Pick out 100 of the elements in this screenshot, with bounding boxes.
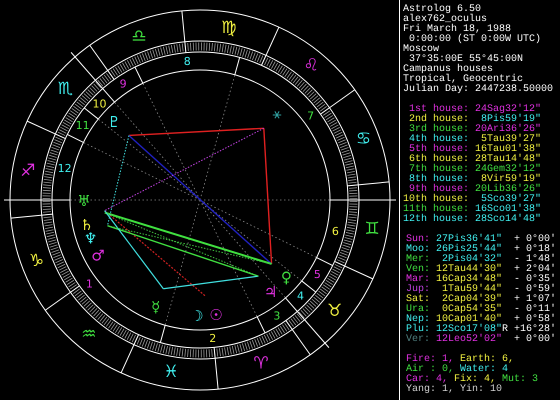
house-number: 7	[307, 109, 314, 122]
house-position: 24Sag32'12"	[474, 105, 541, 115]
chart-info-line: Julian Day: 2447238.50000	[403, 85, 554, 95]
planet-latitude: + 0°00'	[512, 235, 556, 245]
zodiac-sign-glyph: ♑	[28, 251, 44, 272]
house-position: 8Vir59'19"	[480, 175, 541, 185]
planet-latitude: + 0°18'	[512, 245, 556, 255]
planet-position: 16Cap34'48"	[436, 275, 502, 285]
zodiac-sign-glyph: ♍	[221, 18, 237, 38]
house-position: 24Gem32'12"	[474, 165, 541, 175]
planet-latitude: - 1°48'	[512, 255, 556, 265]
planet-name: Plu:	[406, 325, 432, 335]
house-position: 8Pis59'19"	[480, 115, 541, 125]
planet-position: 0Cap54'35"	[442, 305, 502, 315]
house-label: 8th house:	[408, 175, 469, 185]
house-number: 1	[86, 278, 93, 291]
zodiac-sign-glyph: ♈	[253, 353, 269, 374]
planet-name: Nep:	[406, 315, 432, 325]
element-count: Mut: 3	[502, 375, 538, 385]
planet-glyph: ☉	[209, 306, 223, 324]
planet-glyph: ♅	[77, 192, 91, 210]
planet-position: 2Pis04'32"	[442, 255, 502, 265]
planet-latitude: - 0°11'	[512, 305, 556, 315]
element-count: Yang: 1, Yin: 10	[406, 385, 502, 395]
planet-position: 10Cap01'40"	[436, 315, 502, 325]
house-position: 5Sco39'27"	[480, 195, 541, 205]
house-label: 6th house:	[408, 155, 469, 165]
house-position: 28Sco14'48"	[474, 215, 541, 225]
house-number: 8	[184, 55, 191, 68]
zodiac-sign-glyph: ♎	[131, 26, 147, 47]
house-number: 6	[332, 225, 339, 238]
planet-name: Sat:	[406, 295, 432, 305]
house-number: 2	[209, 332, 216, 345]
planet-latitude: + 1°07'	[512, 295, 556, 305]
retrograde-mark: R	[502, 325, 508, 335]
house-position: 20Lib36'26"	[474, 185, 541, 195]
chart-info-line: Moscow	[403, 45, 440, 55]
house-number: 5	[314, 268, 321, 281]
planet-glyph: ♇	[107, 113, 121, 132]
zodiac-sign-glyph: ♉	[326, 301, 342, 322]
planet-position: 12Sco17'08"	[436, 325, 502, 335]
house-label: 9th house:	[408, 185, 469, 195]
planet-position: 27Pis36'41"	[436, 235, 502, 245]
planet-position: 2Cap04'39"	[440, 295, 502, 305]
planet-glyph: ⚹	[272, 104, 282, 122]
element-count: Earth: 6,	[460, 355, 514, 365]
planet-glyph: ♃	[264, 283, 278, 302]
house-label: 12th house:	[403, 215, 469, 225]
house-position: 16Sco01'38"	[474, 205, 541, 215]
house-number: 3	[273, 309, 280, 322]
house-label: 2nd house:	[408, 115, 469, 125]
planet-name: Sun:	[406, 235, 432, 245]
chart-info-line: 0:00:00 (ST 0:00W UTC)	[409, 35, 542, 45]
house-position: 16Tau01'38"	[474, 145, 541, 155]
chart-info-line: Tropical, Geocentric	[403, 75, 524, 85]
zodiac-sign-glyph: ♊	[364, 218, 380, 239]
house-number: 10	[92, 98, 106, 110]
zodiac-sign-glyph: ♋	[356, 128, 372, 149]
planet-glyph: ♆	[84, 230, 98, 248]
planet-glyph: ♀	[280, 268, 292, 286]
house-label: 7th house:	[408, 165, 469, 175]
planet-name: Ver:	[406, 335, 432, 345]
house-number: 9	[120, 78, 127, 91]
house-position: 28Tau14'48"	[474, 155, 541, 165]
house-label: 10th house:	[403, 195, 469, 205]
element-count: Fire: 1,	[406, 355, 454, 365]
house-number: 12	[58, 162, 72, 175]
chart-info-line: Fri March 18, 1988	[403, 25, 512, 35]
zodiac-sign-glyph: ♐	[20, 161, 36, 182]
house-label: 11th house:	[403, 205, 469, 215]
planet-position: 12Leo52'02"	[436, 335, 502, 345]
planet-latitude: + 0°00'	[512, 335, 556, 345]
chart-info-line: alex762_oculus	[403, 15, 488, 25]
chart-info-line: Astrolog 6.50	[403, 5, 482, 15]
element-count: Water: 4	[460, 365, 508, 375]
planet-latitude: + 2°04'	[512, 265, 556, 275]
planet-glyph: ♂	[91, 246, 105, 264]
planet-latitude: + 0°58'	[512, 315, 556, 325]
house-label: 5th house:	[408, 145, 469, 155]
zodiac-sign-glyph: ♌	[303, 55, 319, 76]
zodiac-sign-glyph: ♓	[163, 362, 179, 382]
planet-position: 26Pis25'44"	[436, 245, 502, 255]
planet-glyph: ☽	[190, 306, 204, 325]
planet-name: Moo:	[406, 245, 432, 255]
zodiac-sign-glyph: ♒	[81, 324, 97, 345]
planet-name: Jup:	[406, 285, 432, 295]
house-number: 4	[297, 290, 304, 302]
planet-name: Mer:	[406, 255, 432, 265]
house-label: 1st house:	[408, 105, 469, 115]
chart-info-line: 37°35:00E 55°45:00N	[409, 55, 524, 65]
planet-latitude: +16°28'	[512, 325, 556, 335]
element-count: Air : 0,	[406, 365, 454, 375]
planet-position: 1Tau59'44"	[440, 285, 502, 295]
chart-info-line: Campanus houses	[403, 65, 494, 75]
planet-name: Mar:	[406, 275, 432, 285]
zodiac-sign-glyph: ♏	[58, 78, 74, 99]
house-label: 4th house:	[408, 135, 469, 145]
planet-glyph: ☿	[151, 298, 160, 316]
planet-latitude: - 0°59'	[512, 285, 556, 295]
house-position: 5Tau39'27"	[480, 135, 541, 145]
